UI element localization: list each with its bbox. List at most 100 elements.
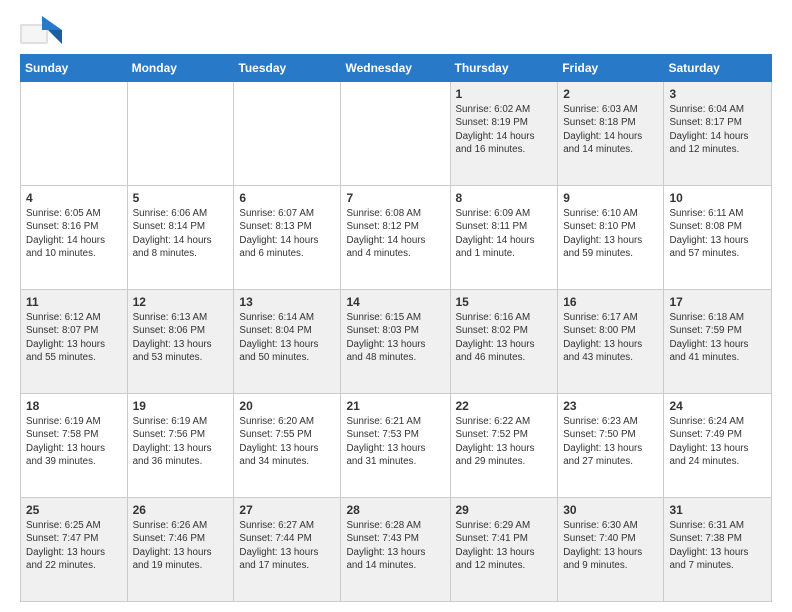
calendar-cell: 26Sunrise: 6:26 AM Sunset: 7:46 PM Dayli… [127, 498, 234, 602]
logo [20, 16, 64, 44]
calendar-cell: 30Sunrise: 6:30 AM Sunset: 7:40 PM Dayli… [558, 498, 664, 602]
day-number: 19 [133, 398, 229, 414]
day-info: Sunrise: 6:22 AM Sunset: 7:52 PM Dayligh… [456, 415, 553, 468]
day-number: 6 [239, 190, 335, 206]
day-info: Sunrise: 6:02 AM Sunset: 8:19 PM Dayligh… [456, 103, 553, 156]
day-info: Sunrise: 6:19 AM Sunset: 7:56 PM Dayligh… [133, 415, 229, 468]
calendar-cell: 2Sunrise: 6:03 AM Sunset: 8:18 PM Daylig… [558, 82, 664, 186]
day-info: Sunrise: 6:28 AM Sunset: 7:43 PM Dayligh… [346, 519, 444, 572]
calendar-cell: 21Sunrise: 6:21 AM Sunset: 7:53 PM Dayli… [341, 394, 450, 498]
calendar-cell: 29Sunrise: 6:29 AM Sunset: 7:41 PM Dayli… [450, 498, 558, 602]
day-number: 14 [346, 294, 444, 310]
col-sunday: Sunday [21, 55, 128, 82]
day-info: Sunrise: 6:05 AM Sunset: 8:16 PM Dayligh… [26, 207, 122, 260]
day-number: 18 [26, 398, 122, 414]
day-info: Sunrise: 6:08 AM Sunset: 8:12 PM Dayligh… [346, 207, 444, 260]
calendar-cell [21, 82, 128, 186]
day-number: 4 [26, 190, 122, 206]
day-info: Sunrise: 6:24 AM Sunset: 7:49 PM Dayligh… [669, 415, 766, 468]
day-number: 15 [456, 294, 553, 310]
calendar-cell: 1Sunrise: 6:02 AM Sunset: 8:19 PM Daylig… [450, 82, 558, 186]
col-saturday: Saturday [664, 55, 772, 82]
calendar-cell: 31Sunrise: 6:31 AM Sunset: 7:38 PM Dayli… [664, 498, 772, 602]
calendar-cell: 23Sunrise: 6:23 AM Sunset: 7:50 PM Dayli… [558, 394, 664, 498]
calendar-cell: 24Sunrise: 6:24 AM Sunset: 7:49 PM Dayli… [664, 394, 772, 498]
day-info: Sunrise: 6:10 AM Sunset: 8:10 PM Dayligh… [563, 207, 658, 260]
day-number: 8 [456, 190, 553, 206]
day-info: Sunrise: 6:06 AM Sunset: 8:14 PM Dayligh… [133, 207, 229, 260]
day-number: 25 [26, 502, 122, 518]
day-number: 2 [563, 86, 658, 102]
calendar-cell [234, 82, 341, 186]
calendar-cell: 7Sunrise: 6:08 AM Sunset: 8:12 PM Daylig… [341, 186, 450, 290]
day-info: Sunrise: 6:09 AM Sunset: 8:11 PM Dayligh… [456, 207, 553, 260]
day-info: Sunrise: 6:27 AM Sunset: 7:44 PM Dayligh… [239, 519, 335, 572]
day-number: 21 [346, 398, 444, 414]
day-number: 10 [669, 190, 766, 206]
calendar-cell: 14Sunrise: 6:15 AM Sunset: 8:03 PM Dayli… [341, 290, 450, 394]
calendar-cell: 4Sunrise: 6:05 AM Sunset: 8:16 PM Daylig… [21, 186, 128, 290]
day-info: Sunrise: 6:11 AM Sunset: 8:08 PM Dayligh… [669, 207, 766, 260]
calendar-cell: 11Sunrise: 6:12 AM Sunset: 8:07 PM Dayli… [21, 290, 128, 394]
calendar-cell: 12Sunrise: 6:13 AM Sunset: 8:06 PM Dayli… [127, 290, 234, 394]
calendar-cell: 3Sunrise: 6:04 AM Sunset: 8:17 PM Daylig… [664, 82, 772, 186]
day-number: 12 [133, 294, 229, 310]
day-info: Sunrise: 6:03 AM Sunset: 8:18 PM Dayligh… [563, 103, 658, 156]
col-thursday: Thursday [450, 55, 558, 82]
day-number: 17 [669, 294, 766, 310]
day-info: Sunrise: 6:12 AM Sunset: 8:07 PM Dayligh… [26, 311, 122, 364]
day-info: Sunrise: 6:07 AM Sunset: 8:13 PM Dayligh… [239, 207, 335, 260]
day-number: 26 [133, 502, 229, 518]
day-info: Sunrise: 6:30 AM Sunset: 7:40 PM Dayligh… [563, 519, 658, 572]
page: Sunday Monday Tuesday Wednesday Thursday… [0, 0, 792, 612]
calendar-week-row: 25Sunrise: 6:25 AM Sunset: 7:47 PM Dayli… [21, 498, 772, 602]
day-info: Sunrise: 6:31 AM Sunset: 7:38 PM Dayligh… [669, 519, 766, 572]
day-number: 5 [133, 190, 229, 206]
day-number: 28 [346, 502, 444, 518]
day-info: Sunrise: 6:13 AM Sunset: 8:06 PM Dayligh… [133, 311, 229, 364]
day-number: 9 [563, 190, 658, 206]
calendar-cell: 13Sunrise: 6:14 AM Sunset: 8:04 PM Dayli… [234, 290, 341, 394]
day-info: Sunrise: 6:20 AM Sunset: 7:55 PM Dayligh… [239, 415, 335, 468]
calendar-cell: 17Sunrise: 6:18 AM Sunset: 7:59 PM Dayli… [664, 290, 772, 394]
calendar-cell: 20Sunrise: 6:20 AM Sunset: 7:55 PM Dayli… [234, 394, 341, 498]
logo-icon [20, 16, 60, 44]
day-info: Sunrise: 6:17 AM Sunset: 8:00 PM Dayligh… [563, 311, 658, 364]
day-number: 24 [669, 398, 766, 414]
day-info: Sunrise: 6:19 AM Sunset: 7:58 PM Dayligh… [26, 415, 122, 468]
calendar-week-row: 11Sunrise: 6:12 AM Sunset: 8:07 PM Dayli… [21, 290, 772, 394]
day-info: Sunrise: 6:18 AM Sunset: 7:59 PM Dayligh… [669, 311, 766, 364]
calendar-cell: 22Sunrise: 6:22 AM Sunset: 7:52 PM Dayli… [450, 394, 558, 498]
day-number: 22 [456, 398, 553, 414]
calendar-cell [341, 82, 450, 186]
calendar-cell: 15Sunrise: 6:16 AM Sunset: 8:02 PM Dayli… [450, 290, 558, 394]
day-number: 16 [563, 294, 658, 310]
day-info: Sunrise: 6:25 AM Sunset: 7:47 PM Dayligh… [26, 519, 122, 572]
day-number: 13 [239, 294, 335, 310]
calendar-cell: 25Sunrise: 6:25 AM Sunset: 7:47 PM Dayli… [21, 498, 128, 602]
calendar-cell: 6Sunrise: 6:07 AM Sunset: 8:13 PM Daylig… [234, 186, 341, 290]
calendar-cell: 9Sunrise: 6:10 AM Sunset: 8:10 PM Daylig… [558, 186, 664, 290]
day-number: 30 [563, 502, 658, 518]
day-number: 1 [456, 86, 553, 102]
day-info: Sunrise: 6:21 AM Sunset: 7:53 PM Dayligh… [346, 415, 444, 468]
day-info: Sunrise: 6:29 AM Sunset: 7:41 PM Dayligh… [456, 519, 553, 572]
calendar-cell: 5Sunrise: 6:06 AM Sunset: 8:14 PM Daylig… [127, 186, 234, 290]
day-info: Sunrise: 6:04 AM Sunset: 8:17 PM Dayligh… [669, 103, 766, 156]
day-info: Sunrise: 6:14 AM Sunset: 8:04 PM Dayligh… [239, 311, 335, 364]
calendar-cell: 18Sunrise: 6:19 AM Sunset: 7:58 PM Dayli… [21, 394, 128, 498]
day-number: 31 [669, 502, 766, 518]
day-number: 3 [669, 86, 766, 102]
day-number: 11 [26, 294, 122, 310]
col-monday: Monday [127, 55, 234, 82]
day-number: 23 [563, 398, 658, 414]
calendar-cell: 10Sunrise: 6:11 AM Sunset: 8:08 PM Dayli… [664, 186, 772, 290]
day-info: Sunrise: 6:23 AM Sunset: 7:50 PM Dayligh… [563, 415, 658, 468]
day-info: Sunrise: 6:15 AM Sunset: 8:03 PM Dayligh… [346, 311, 444, 364]
col-tuesday: Tuesday [234, 55, 341, 82]
day-number: 27 [239, 502, 335, 518]
day-info: Sunrise: 6:26 AM Sunset: 7:46 PM Dayligh… [133, 519, 229, 572]
calendar-cell: 19Sunrise: 6:19 AM Sunset: 7:56 PM Dayli… [127, 394, 234, 498]
calendar-cell: 27Sunrise: 6:27 AM Sunset: 7:44 PM Dayli… [234, 498, 341, 602]
col-friday: Friday [558, 55, 664, 82]
